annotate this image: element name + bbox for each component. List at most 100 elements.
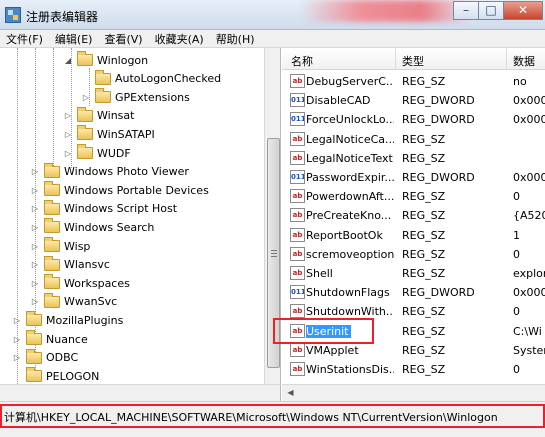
title-bar: 注册表编辑器 – □ ✕	[0, 0, 545, 30]
value-type: REG_DWORD	[402, 94, 475, 108]
column-type[interactable]: 类型	[402, 53, 424, 69]
tree-item-label: Workspaces	[64, 276, 130, 290]
value-row[interactable]: ab scremoveoption REG_SZ 0	[282, 245, 545, 264]
expand-arrow-icon[interactable]: ▷	[63, 149, 73, 158]
expand-arrow-icon[interactable]: ▷	[12, 316, 22, 325]
expand-arrow-icon[interactable]: ▷	[63, 130, 73, 139]
menu-favorites[interactable]: 收藏夹(A)	[155, 31, 204, 47]
tree-guide-line	[53, 48, 54, 170]
tree-item-label: GPExtensions	[115, 90, 190, 104]
value-type: REG_DWORD	[402, 286, 475, 300]
value-row[interactable]: ab LegalNoticeText REG_SZ	[282, 149, 545, 168]
value-row[interactable]: ab Shell REG_SZ explor	[282, 264, 545, 283]
value-row[interactable]: 011 DisableCAD REG_DWORD 0x000	[282, 91, 545, 110]
expand-arrow-icon[interactable]: ▷	[12, 353, 22, 362]
collapse-arrow-icon[interactable]: ◢	[63, 56, 73, 65]
tree-horizontal-scrollbar[interactable]	[0, 384, 281, 401]
tree-item-label: WinSATAPI	[97, 127, 155, 141]
value-name: PreCreateKno...	[306, 209, 394, 222]
path-highlight-box	[0, 404, 545, 428]
folder-icon	[95, 69, 111, 85]
tree-item[interactable]: ▷ ODBC	[12, 348, 78, 367]
expand-arrow-icon[interactable]: ▷	[30, 223, 40, 232]
tree-item[interactable]: ▷ Wisp	[30, 237, 90, 255]
dword-value-icon: 011	[290, 170, 305, 184]
folder-icon	[26, 311, 42, 327]
expand-arrow-icon[interactable]: ▷	[30, 204, 40, 213]
expand-arrow-icon[interactable]: ▷	[30, 242, 40, 251]
string-value-icon: ab	[290, 342, 305, 357]
value-data: 0	[513, 305, 520, 319]
string-value-icon: ab	[290, 362, 305, 376]
value-type: REG_SZ	[402, 247, 446, 261]
tree-item[interactable]: ▷ WinSATAPI	[63, 125, 155, 143]
value-type: REG_SZ	[402, 132, 446, 146]
expand-arrow-icon[interactable]: ▷	[30, 260, 40, 269]
column-name[interactable]: 名称	[291, 53, 313, 69]
value-name-text: PreCreateKno...	[306, 209, 392, 223]
expand-arrow-icon[interactable]: ▷	[63, 111, 73, 120]
value-data: 0x000	[513, 94, 545, 108]
value-row[interactable]: ab ReportBootOk REG_SZ 1	[282, 226, 545, 245]
value-type: REG_DWORD	[402, 171, 475, 184]
tree-item[interactable]: ▷ WwanSvc	[30, 292, 117, 311]
folder-icon	[44, 181, 60, 197]
tree-item[interactable]: PELOGON	[12, 367, 99, 384]
tree-item[interactable]: ▷ Windows Photo Viewer	[30, 162, 189, 181]
value-row[interactable]: ab PreCreateKno... REG_SZ {A520	[282, 206, 545, 225]
string-value-icon: ab	[290, 208, 305, 223]
tree-item[interactable]: ▷ Windows Script Host	[30, 199, 177, 218]
value-row[interactable]: 011 ShutdownFlags REG_DWORD 0x000	[282, 283, 545, 302]
tree-item-label: Nuance	[46, 332, 88, 346]
value-type: REG_SZ	[402, 209, 446, 223]
tree-item-label: Wisp	[64, 239, 91, 253]
folder-icon	[44, 162, 60, 178]
scroll-left-arrow-icon[interactable]: ◀	[284, 387, 297, 399]
expand-arrow-icon[interactable]: ▷	[30, 279, 40, 288]
value-name-text: PowerdownAft...	[306, 190, 394, 204]
value-data: explor	[513, 267, 545, 280]
value-row[interactable]: ab WinStationsDis... REG_SZ 0	[282, 360, 545, 379]
value-name-text: DisableCAD	[306, 94, 371, 108]
value-row[interactable]: ab PowerdownAft... REG_SZ 0	[282, 187, 545, 206]
column-data[interactable]: 数据	[513, 53, 535, 69]
value-data: 0x000	[513, 171, 545, 184]
tree-item[interactable]: ▷ Windows Search	[30, 218, 154, 236]
menu-view[interactable]: 查看(V)	[104, 31, 142, 47]
tree-item[interactable]: AutoLogonChecked	[81, 69, 221, 88]
list-horizontal-scrollbar[interactable]: ◀	[282, 384, 545, 401]
menu-edit[interactable]: 编辑(E)	[55, 31, 93, 47]
value-name-text: LegalNoticeCa...	[306, 132, 394, 146]
close-button[interactable]: ✕	[503, 1, 543, 20]
window-title: 注册表编辑器	[26, 10, 99, 24]
string-value-icon: ab	[290, 131, 305, 146]
value-name-text: ShutdownWith...	[306, 305, 394, 319]
expand-arrow-icon[interactable]: ▷	[12, 335, 22, 344]
tree-item[interactable]: ▷ Winsat	[63, 106, 134, 125]
tree-item[interactable]: ▷ Nuance	[12, 330, 88, 348]
maximize-button[interactable]: □	[478, 1, 504, 20]
string-value-icon: ab	[290, 304, 305, 319]
expand-arrow-icon[interactable]: ▷	[30, 297, 40, 306]
value-data: 0	[513, 247, 520, 261]
tree-item[interactable]: ▷ Workspaces	[30, 274, 130, 292]
tree-item[interactable]: ▷ Wlansvc	[30, 255, 110, 274]
tree-item[interactable]: ▷ GPExtensions	[81, 88, 190, 106]
menu-file[interactable]: 文件(F)	[6, 31, 43, 47]
expand-arrow-icon[interactable]: ▷	[30, 186, 40, 195]
menu-help[interactable]: 帮助(H)	[216, 31, 255, 47]
tree-item[interactable]: ◢ Winlogon	[63, 51, 148, 69]
tree-item[interactable]: ▷ WUDF	[63, 144, 131, 162]
tree-item[interactable]: ▷ Windows Portable Devices	[30, 181, 209, 199]
registry-tree[interactable]: ◢ Winlogon AutoLogonChecked ▷ GPExtensions ▷ W…	[0, 48, 281, 384]
expand-arrow-icon[interactable]: ▷	[81, 93, 91, 102]
value-row[interactable]: ab DebugServerC... REG_SZ no	[282, 72, 545, 91]
expand-arrow-icon[interactable]: ▷	[30, 167, 40, 176]
minimize-button[interactable]: –	[453, 1, 479, 20]
string-value-icon: ab	[290, 189, 305, 204]
dword-value-icon: 011	[290, 93, 305, 108]
value-row[interactable]: 011 ForceUnlockLo... REG_DWORD 0x000	[282, 110, 545, 129]
tree-item[interactable]: ▷ MozillaPlugins	[12, 311, 123, 329]
value-row[interactable]: ab LegalNoticeCa... REG_SZ	[282, 130, 545, 149]
value-row[interactable]: 011 PasswordExpir... REG_DWORD 0x000	[282, 168, 545, 187]
